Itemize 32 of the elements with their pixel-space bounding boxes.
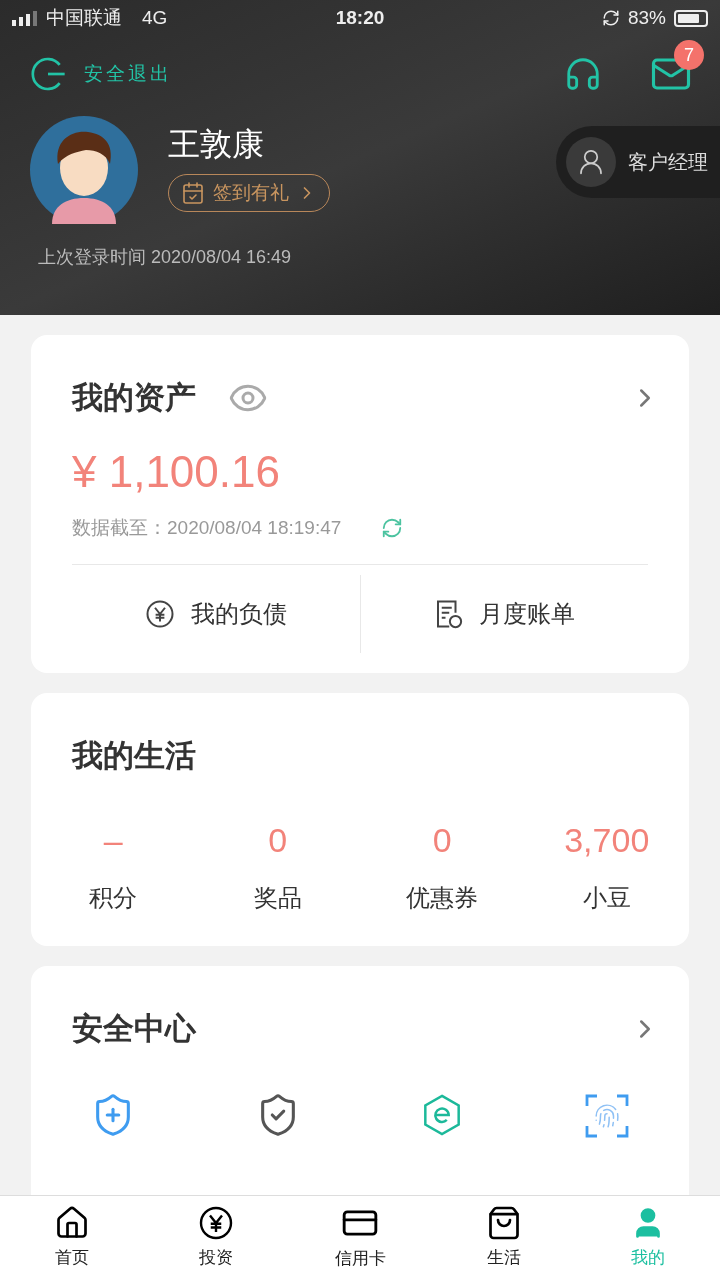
tab-bar-item[interactable]: 生活: [432, 1196, 576, 1280]
tab-bar-item[interactable]: 信用卡: [288, 1196, 432, 1280]
signal-icon: [12, 10, 38, 26]
life-stat[interactable]: 0 奖品: [195, 819, 360, 916]
asset-link[interactable]: 月度账单: [359, 575, 648, 653]
manager-button[interactable]: 客户经理: [556, 126, 720, 198]
battery-percent: 83%: [627, 5, 666, 30]
last-login-time: 上次登录时间 2020/08/04 16:49: [38, 246, 293, 269]
manager-avatar: [566, 137, 616, 187]
network-type: 4G: [142, 5, 168, 30]
card-title: 我的生活: [72, 738, 196, 773]
clock-time: 18:20: [334, 5, 386, 30]
data-timestamp: 数据截至：2020/08/04 18:19:47: [72, 515, 342, 540]
life-stat[interactable]: 0 优惠券: [360, 819, 525, 916]
headset-icon[interactable]: [564, 55, 602, 93]
asset-amount: ¥ 1,100.16: [72, 445, 281, 498]
carrier-name: 中国联通: [46, 5, 122, 30]
life-stat[interactable]: – 积分: [31, 819, 196, 916]
yen-debt-icon: [144, 599, 175, 629]
calendar-check-icon: [181, 181, 205, 205]
asset-link[interactable]: 我的负债: [72, 575, 360, 653]
shopping-bag-icon: [486, 1205, 522, 1242]
tab-bar-item[interactable]: 投资: [144, 1196, 288, 1280]
unread-badge: 7: [674, 40, 704, 70]
life-stat[interactable]: 3,700 小豆: [524, 819, 689, 916]
yen-circle-icon: [198, 1205, 234, 1242]
battery-icon: [674, 9, 708, 27]
card-title: 我的资产: [72, 379, 196, 417]
logout-button[interactable]: 安全退出: [28, 54, 172, 94]
user-name: 王敦康: [168, 125, 265, 164]
tab-bar-item[interactable]: 首页: [0, 1196, 144, 1280]
card-title: 安全中心: [72, 1009, 196, 1048]
